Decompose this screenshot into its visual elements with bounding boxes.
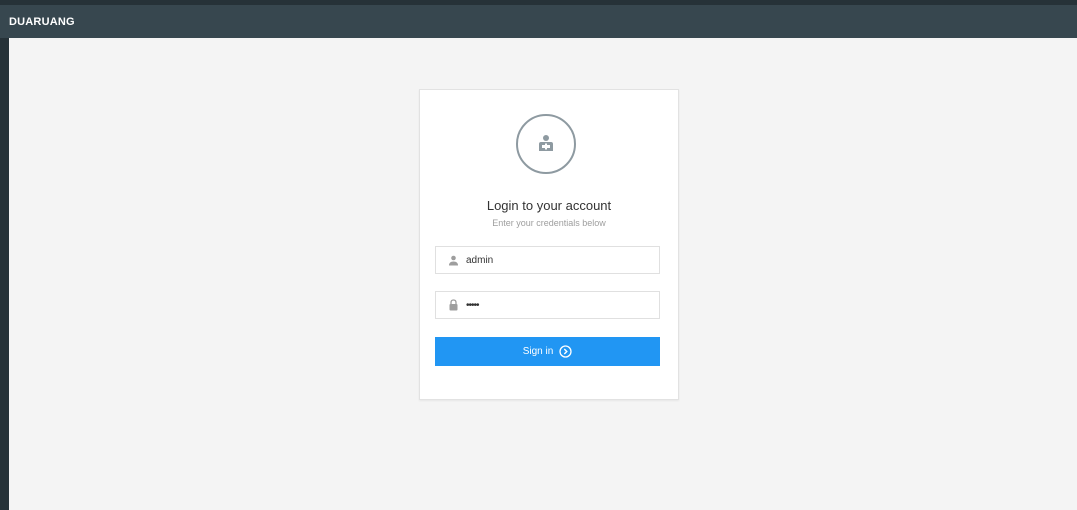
user-icon (444, 255, 462, 266)
password-field[interactable] (435, 291, 660, 319)
avatar (516, 114, 576, 174)
sign-in-button[interactable]: Sign in (435, 337, 660, 366)
brand-name[interactable]: DUARUANG (9, 16, 75, 28)
username-input[interactable] (462, 248, 659, 272)
login-card: Login to your account Enter your credent… (419, 89, 679, 400)
page-content: Login to your account Enter your credent… (9, 38, 1077, 510)
login-title: Login to your account (486, 198, 612, 213)
username-field[interactable] (435, 246, 660, 274)
password-input[interactable] (462, 293, 659, 317)
user-reading-icon (539, 135, 553, 151)
circle-arrow-right-icon (559, 345, 572, 358)
top-navbar: DUARUANG (0, 5, 1077, 38)
sign-in-label: Sign in (522, 346, 554, 357)
login-subtitle: Enter your credentials below (492, 218, 606, 228)
lock-icon (444, 299, 462, 311)
